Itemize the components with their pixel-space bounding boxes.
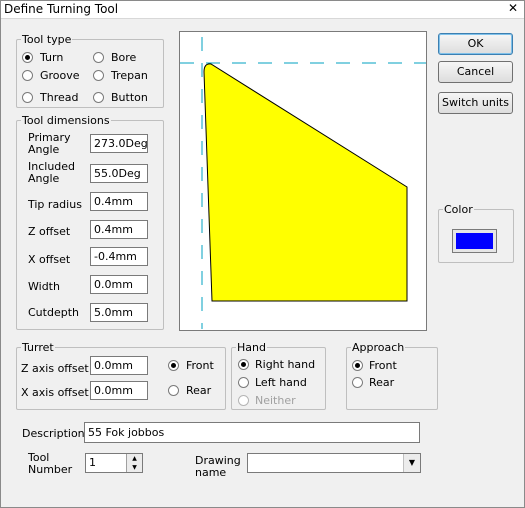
radio-thread[interactable] xyxy=(22,92,33,103)
z-axis-offset-label: Z axis offset xyxy=(21,362,89,375)
dropdown-button[interactable]: ▼ xyxy=(403,454,420,472)
radio-turret-rear-label: Rear xyxy=(186,384,212,397)
z-axis-offset-field[interactable]: 0.0mm xyxy=(90,356,148,375)
tool-preview-svg xyxy=(180,37,426,329)
x-axis-offset-label: X axis offset xyxy=(21,386,89,399)
radio-groove-label: Groove xyxy=(40,69,80,82)
radio-bore-label: Bore xyxy=(111,51,137,64)
radio-approach-front[interactable] xyxy=(352,360,363,371)
chevron-down-icon: ▼ xyxy=(408,458,416,467)
ok-button[interactable]: OK xyxy=(438,33,513,55)
cutdepth-field[interactable]: 5.0mm xyxy=(90,303,148,322)
z-offset-field[interactable]: 0.4mm xyxy=(90,220,148,239)
included-angle-field[interactable]: 55.0Deg xyxy=(90,164,148,183)
radio-approach-rear-label: Rear xyxy=(369,376,395,389)
x-offset-field[interactable]: -0.4mm xyxy=(90,247,148,266)
radio-button[interactable] xyxy=(93,92,104,103)
tool-number-value: 1 xyxy=(89,456,96,469)
radio-groove[interactable] xyxy=(22,70,33,81)
radio-turret-rear[interactable] xyxy=(168,385,179,396)
turret-legend: Turret xyxy=(22,341,54,354)
radio-trepan-label: Trepan xyxy=(111,69,148,82)
z-offset-label: Z offset xyxy=(28,225,71,238)
drawing-name-label: Drawing name xyxy=(195,454,241,479)
tool-type-legend: Tool type xyxy=(22,33,72,46)
tool-dimensions-legend: Tool dimensions xyxy=(22,114,110,127)
description-field[interactable]: 55 Fok jobbos xyxy=(84,422,420,443)
switch-units-button[interactable]: Switch units xyxy=(438,92,513,114)
color-swatch xyxy=(456,233,493,249)
width-field[interactable]: 0.0mm xyxy=(90,275,148,294)
radio-turret-front[interactable] xyxy=(168,360,179,371)
stepper-down-button[interactable]: ▼ xyxy=(126,463,142,472)
color-swatch-button[interactable] xyxy=(452,229,497,253)
x-axis-offset-field[interactable]: 0.0mm xyxy=(90,381,148,400)
tool-preview-canvas xyxy=(179,31,427,331)
insert-shape xyxy=(203,63,408,302)
cancel-button[interactable]: Cancel xyxy=(438,61,513,83)
hand-legend: Hand xyxy=(237,341,266,354)
window-title: Define Turning Tool xyxy=(4,2,119,16)
radio-approach-rear[interactable] xyxy=(352,377,363,388)
dialog-window: Define Turning Tool ✕ Tool type Turn Bor… xyxy=(0,0,525,508)
radio-approach-front-label: Front xyxy=(369,359,397,372)
radio-neither[interactable] xyxy=(238,395,249,406)
radio-turn-label: Turn xyxy=(40,51,64,64)
primary-angle-label: Primary Angle xyxy=(28,131,71,156)
title-bar: Define Turning Tool ✕ xyxy=(1,1,524,19)
radio-turret-front-label: Front xyxy=(186,359,214,372)
chevron-down-icon: ▼ xyxy=(132,464,137,471)
cutdepth-label: Cutdepth xyxy=(28,306,79,319)
included-angle-label: Included Angle xyxy=(28,160,76,185)
color-legend: Color xyxy=(444,203,473,216)
tool-number-stepper[interactable]: 1 ▲ ▼ xyxy=(85,453,143,473)
radio-left-hand-label: Left hand xyxy=(255,376,307,389)
width-label: Width xyxy=(28,280,60,293)
radio-turn[interactable] xyxy=(22,52,33,63)
close-icon[interactable]: ✕ xyxy=(506,1,520,15)
description-label: Description xyxy=(22,427,85,440)
radio-right-hand[interactable] xyxy=(238,359,249,370)
radio-left-hand[interactable] xyxy=(238,377,249,388)
drawing-name-select[interactable]: ▼ xyxy=(247,453,421,473)
approach-legend: Approach xyxy=(352,341,405,354)
radio-thread-label: Thread xyxy=(40,91,79,104)
primary-angle-field[interactable]: 273.0Deg xyxy=(90,134,148,153)
radio-button-label: Button xyxy=(111,91,148,104)
x-offset-label: X offset xyxy=(28,253,71,266)
radio-right-hand-label: Right hand xyxy=(255,358,316,371)
radio-trepan[interactable] xyxy=(93,70,104,81)
tool-number-label: Tool Number xyxy=(28,451,73,476)
chevron-up-icon: ▲ xyxy=(132,455,137,462)
tip-radius-field[interactable]: 0.4mm xyxy=(90,192,148,211)
radio-bore[interactable] xyxy=(93,52,104,63)
tip-radius-label: Tip radius xyxy=(28,198,82,211)
radio-neither-label: Neither xyxy=(255,394,296,407)
